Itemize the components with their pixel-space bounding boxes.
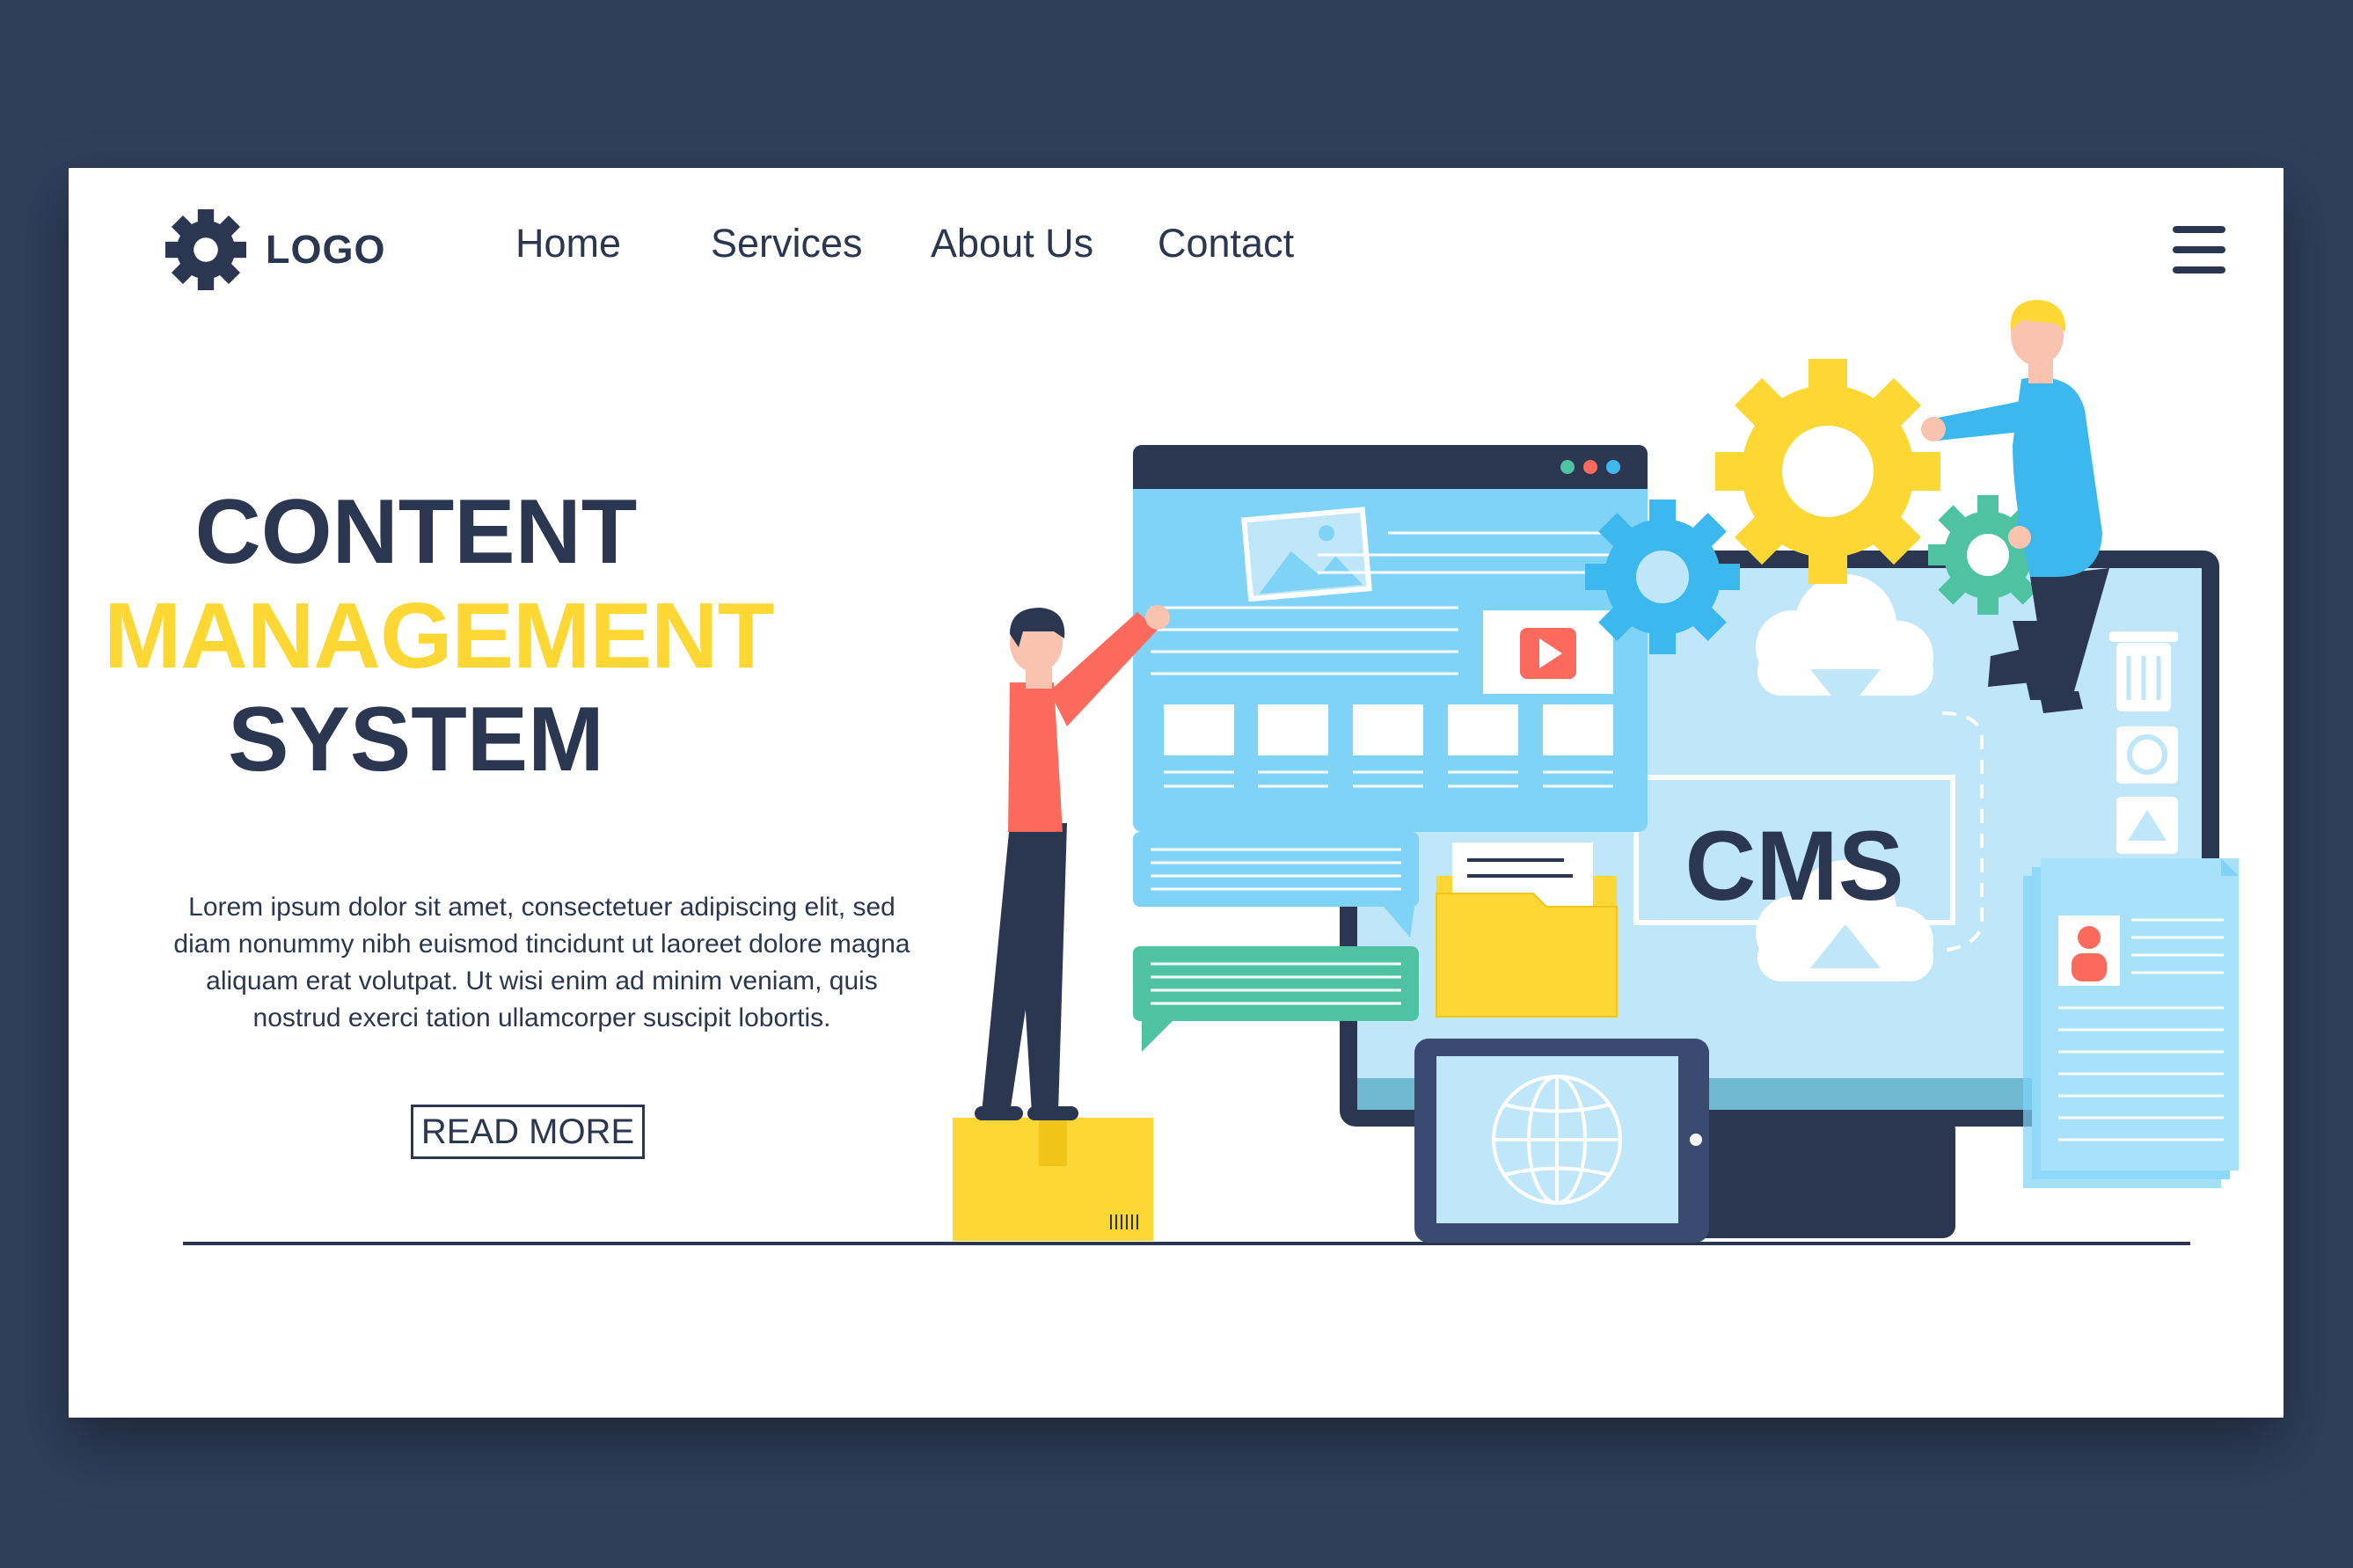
triangle-shape-icon <box>2116 797 2178 854</box>
cms-illustration: CMS <box>953 300 2239 1243</box>
profile-document <box>2023 858 2239 1188</box>
circle-shape-icon <box>2116 726 2178 784</box>
nav-home[interactable]: Home <box>515 221 711 266</box>
main-nav: Home Services About Us Contact <box>515 221 1294 266</box>
landing-card: LOGO Home Services About Us Contact CONT… <box>69 168 2284 1418</box>
read-more-button[interactable]: READ MORE <box>411 1105 645 1159</box>
hero-title-line-management: MANAGEMENT <box>104 584 774 688</box>
hero-title: CONTENT MANAGEMENT SYSTEM <box>104 480 774 791</box>
nav-contact[interactable]: Contact <box>1158 221 1294 266</box>
nav-about-us[interactable]: About Us <box>931 221 1158 266</box>
content-tiles <box>1164 704 1613 755</box>
globe-icon <box>1492 1075 1622 1205</box>
folder-icon <box>1436 842 1618 1017</box>
cms-label: CMS <box>1685 811 1904 921</box>
video-play-icon <box>1483 610 1613 694</box>
hamburger-menu-icon[interactable] <box>2173 226 2225 273</box>
trash-icon <box>2109 631 2178 711</box>
blue-gear-icon <box>1585 500 1740 654</box>
cardboard-box <box>953 1118 1153 1241</box>
hero-title-line-content: CONTENT <box>194 481 638 583</box>
hero-title-line-system: SYSTEM <box>228 689 604 791</box>
yellow-gear-icon <box>1715 359 1940 584</box>
hero-description: Lorem ipsum dolor sit amet, consectetuer… <box>173 893 910 1032</box>
logo-text: LOGO <box>266 227 386 272</box>
logo[interactable]: LOGO <box>165 209 386 290</box>
gear-logo-icon <box>165 209 246 290</box>
nav-services[interactable]: Services <box>711 221 931 266</box>
